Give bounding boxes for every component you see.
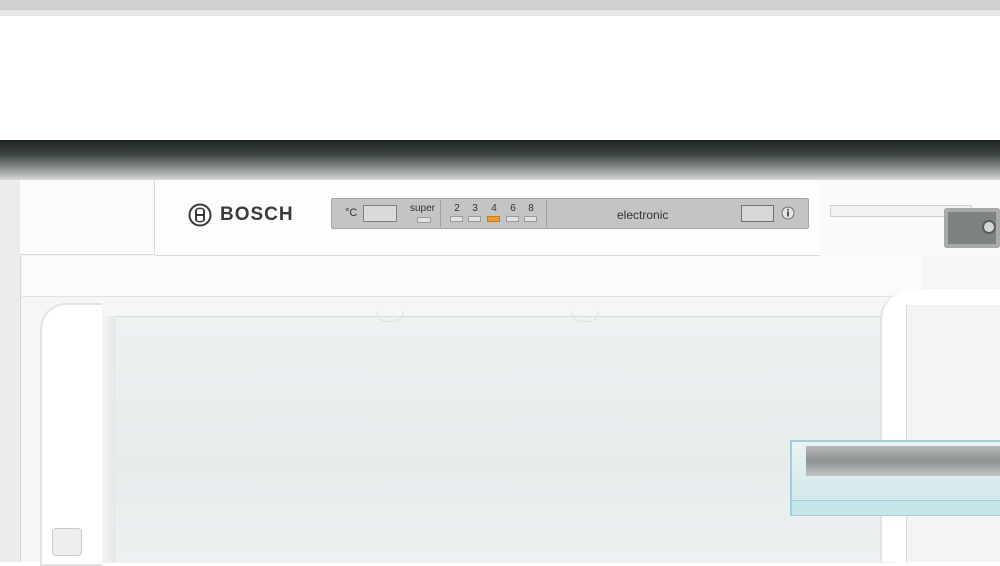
level-indicator-8 <box>524 216 537 222</box>
temperature-unit-label: °C <box>345 207 358 219</box>
level-label-4: 4 <box>491 203 497 214</box>
cabinet-top <box>0 0 1000 10</box>
left-trim-block <box>20 180 155 255</box>
level-label-6: 6 <box>510 203 516 214</box>
level-label-8: 8 <box>528 203 534 214</box>
left-cabinet-edge <box>0 180 21 562</box>
door-inner-panel <box>906 305 1000 562</box>
cabinet-shadow <box>0 140 1000 182</box>
level-indicator-4-active <box>487 216 500 222</box>
level-indicator-2 <box>450 216 463 222</box>
door-latch <box>52 528 82 556</box>
level-indicator-3 <box>468 216 481 222</box>
display-strip <box>331 198 809 229</box>
panel-button[interactable] <box>741 205 774 222</box>
panel-divider <box>546 200 547 227</box>
level-label-2: 2 <box>454 203 460 214</box>
door-seal-left <box>40 303 102 566</box>
lower-trim <box>22 256 922 297</box>
level-indicator-6 <box>506 216 519 222</box>
brand-name: BOSCH <box>220 204 294 225</box>
info-icon[interactable] <box>781 206 795 220</box>
level-label-3: 3 <box>472 203 478 214</box>
door-shelf-glass-edge <box>792 500 1000 515</box>
super-label: super <box>410 203 436 214</box>
fridge-interior <box>98 316 894 563</box>
bosch-logo-icon <box>188 203 212 227</box>
electronic-label: electronic <box>617 208 669 222</box>
cabinet-face <box>0 16 1000 142</box>
panel-divider <box>440 200 441 227</box>
door-shelf-trim <box>806 446 1000 476</box>
super-indicator[interactable] <box>417 217 431 223</box>
hinge-screw <box>982 220 996 234</box>
temperature-button[interactable] <box>363 205 397 222</box>
